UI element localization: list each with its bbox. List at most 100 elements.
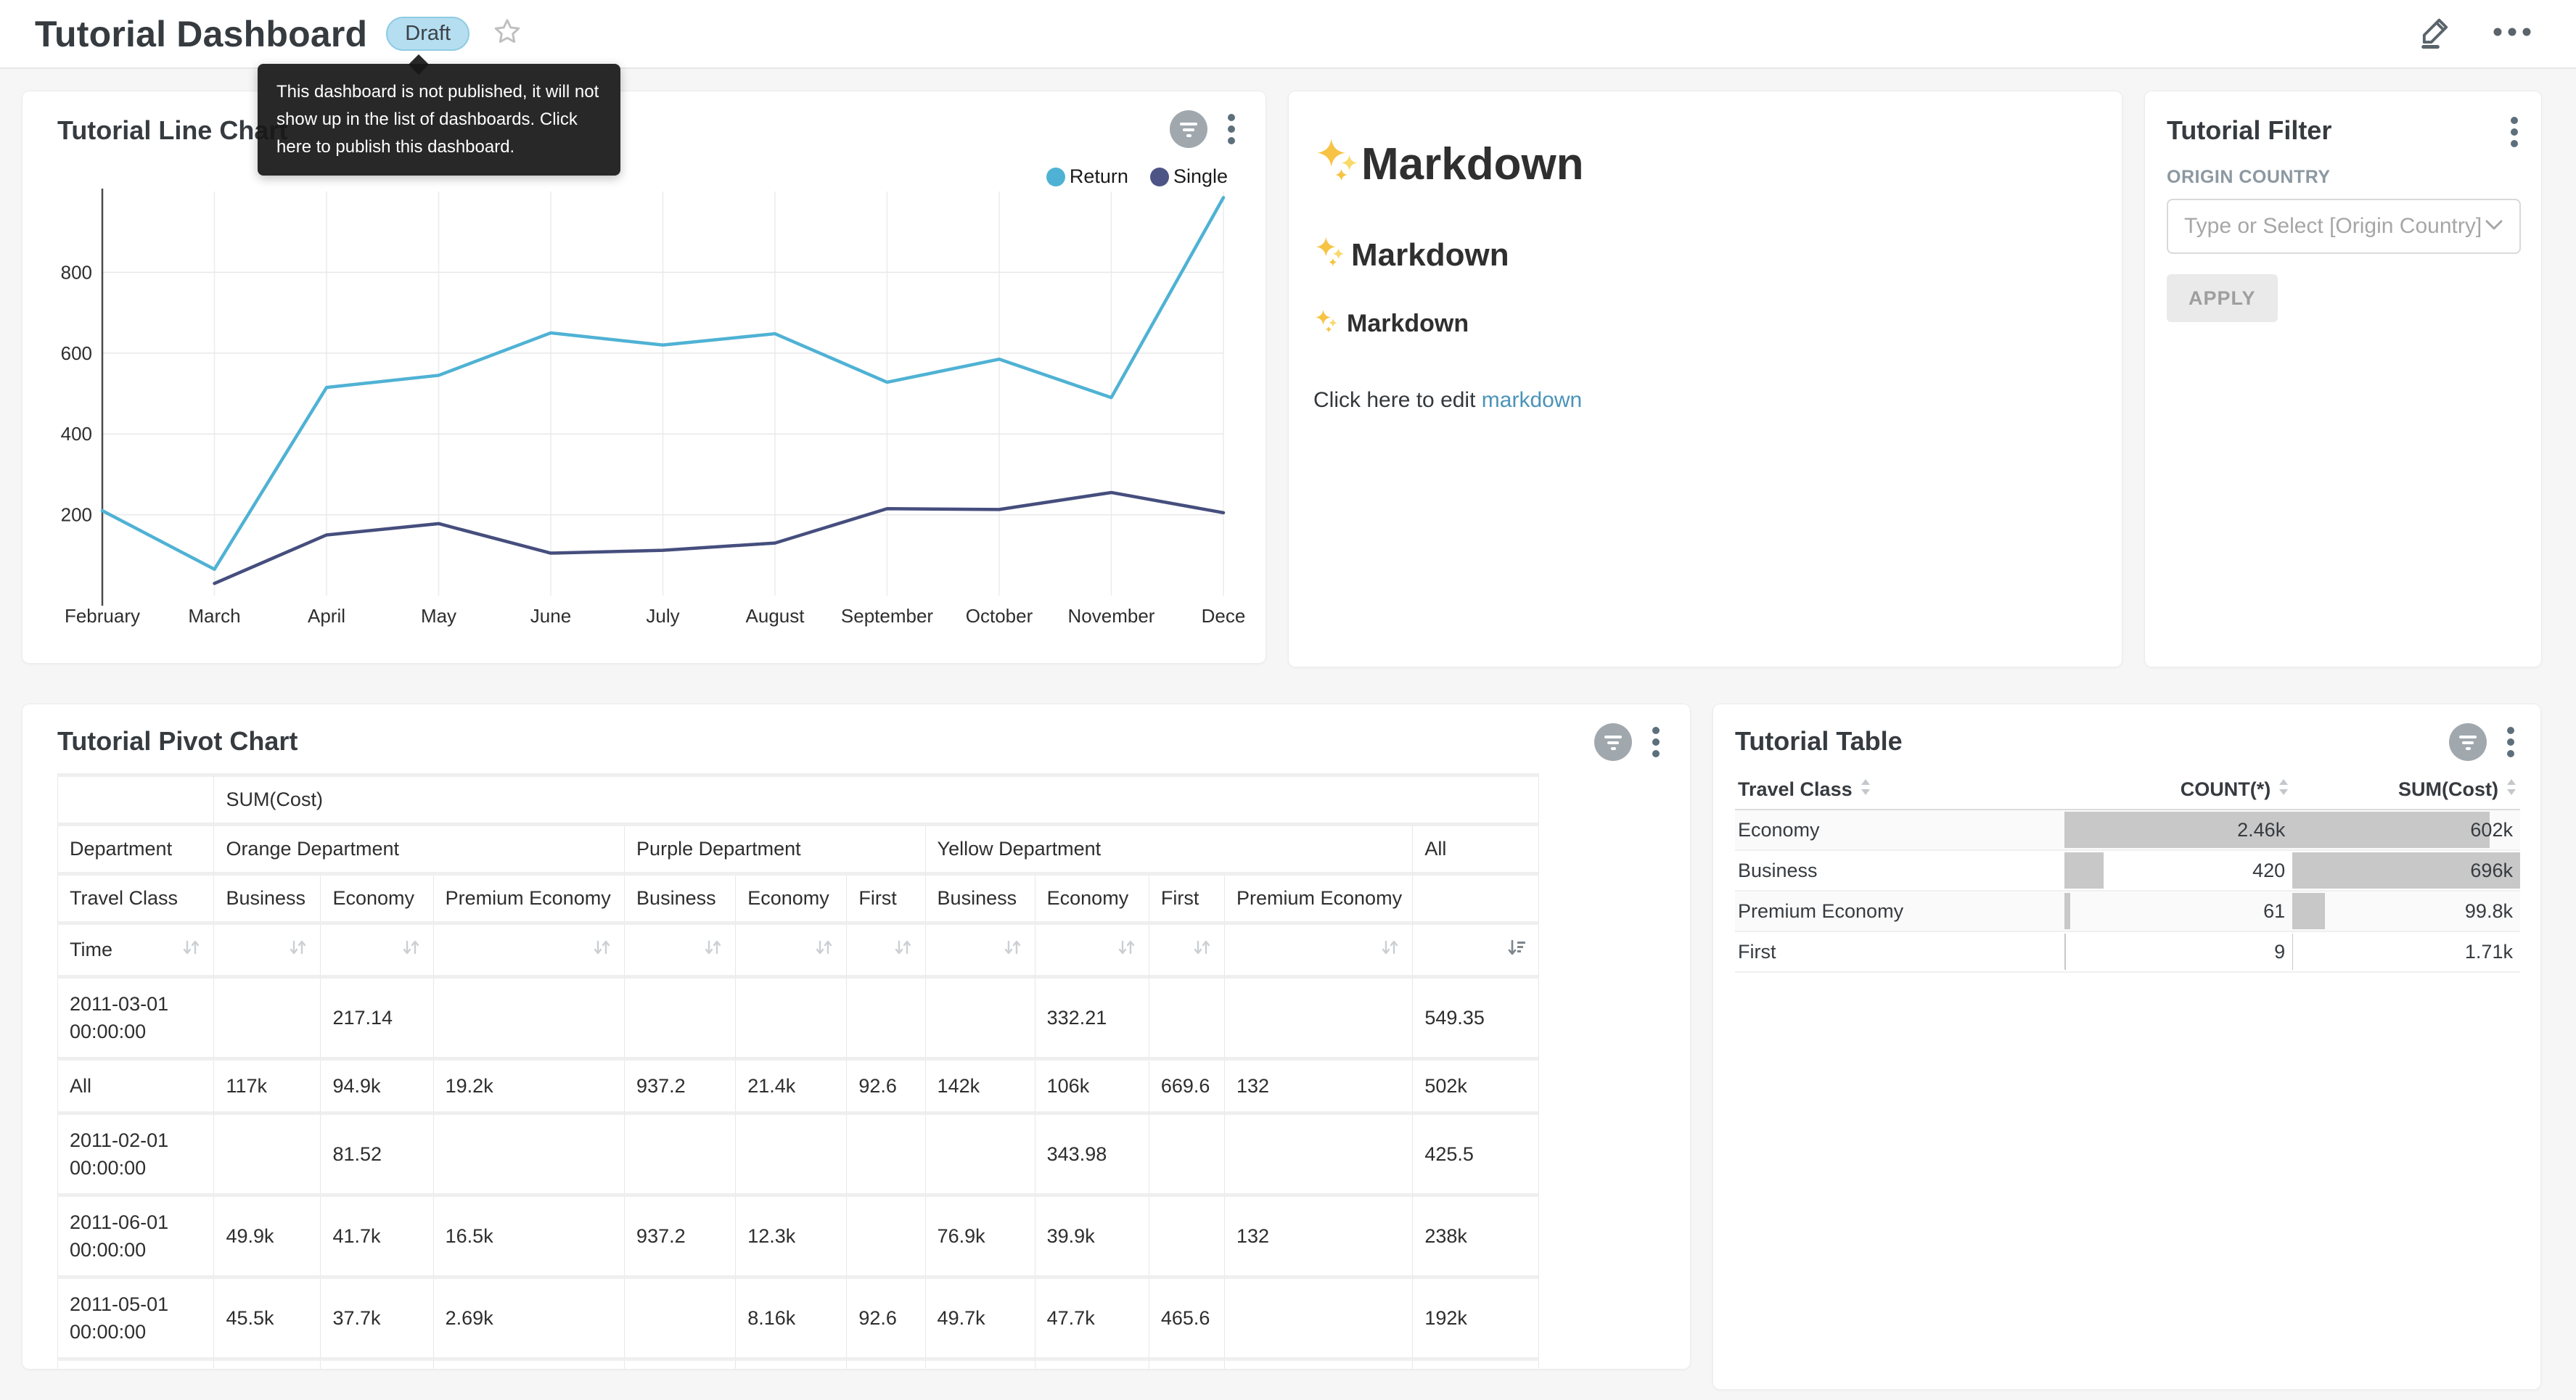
column-header-sum-cost[interactable]: SUM(Cost) bbox=[2292, 778, 2520, 802]
pivot-value-cell bbox=[847, 1361, 925, 1370]
origin-country-label: ORIGIN COUNTRY bbox=[2167, 167, 2331, 188]
table-row-business: Business 420696k bbox=[1735, 851, 2520, 892]
travel-class-cell: Business bbox=[1735, 851, 2064, 890]
pivot-value-cell bbox=[1225, 979, 1413, 1061]
pivot-group-header-purple-department: Purple Department bbox=[625, 826, 926, 876]
edit-markdown-link[interactable]: markdown bbox=[1482, 388, 1582, 412]
sum-value: 1.71k bbox=[2465, 932, 2513, 971]
pivot-time-cell: 2011-04-0100:00:00 bbox=[57, 1361, 214, 1370]
sum-value-bar bbox=[2292, 934, 2293, 970]
sort-toggle-icon[interactable] bbox=[1115, 936, 1137, 963]
sort-icon bbox=[2506, 778, 2517, 802]
pivot-subcolumn-first: First bbox=[1149, 876, 1225, 925]
pivot-value-cell bbox=[214, 979, 321, 1061]
sort-toggle-icon[interactable] bbox=[1001, 936, 1023, 963]
star-icon bbox=[491, 16, 523, 52]
travel-class-header-label: Travel Class bbox=[1738, 778, 1853, 801]
pivot-table: SUM(Cost)DepartmentOrange DepartmentPurp… bbox=[57, 773, 1539, 1370]
markdown-h3-text: Markdown bbox=[1347, 310, 1469, 338]
pivot-value-cell: 937.2 bbox=[625, 1197, 736, 1279]
sort-toggle-icon[interactable] bbox=[180, 936, 202, 963]
pivot-value-cell: 425.5 bbox=[1413, 1115, 1539, 1197]
sort-toggle-icon[interactable] bbox=[400, 936, 422, 963]
pivot-value-cell: 92.6 bbox=[847, 1279, 925, 1361]
pivot-row-header-time[interactable]: Time bbox=[57, 925, 214, 979]
x-axis-label: August bbox=[746, 605, 805, 627]
sum-value: 602k bbox=[2470, 810, 2513, 849]
pivot-value-cell bbox=[1225, 1279, 1413, 1361]
sort-toggle-icon[interactable] bbox=[287, 936, 308, 963]
pivot-value-cell bbox=[847, 979, 925, 1061]
pivot-sort-cell[interactable] bbox=[434, 925, 625, 979]
sparkles-icon bbox=[1313, 308, 1340, 340]
column-header-travel-class[interactable]: Travel Class bbox=[1735, 778, 2064, 802]
select-placeholder: Type or Select [Origin Country] bbox=[2184, 214, 2485, 239]
pivot-sort-cell[interactable] bbox=[1035, 925, 1149, 979]
favorite-star-button[interactable] bbox=[491, 16, 523, 52]
pivot-value-cell bbox=[1149, 979, 1225, 1061]
sort-toggle-icon[interactable] bbox=[892, 936, 914, 963]
sum-cell: 696k bbox=[2292, 851, 2520, 890]
sum-value-bar bbox=[2292, 893, 2325, 929]
sort-toggle-icon[interactable] bbox=[1191, 936, 1213, 963]
pivot-sort-cell[interactable] bbox=[1149, 925, 1225, 979]
pivot-value-cell: 332.21 bbox=[1035, 979, 1149, 1061]
count-value: 420 bbox=[2252, 851, 2285, 890]
x-axis-label: June bbox=[530, 605, 571, 627]
pivot-value-cell: 549.35 bbox=[1413, 979, 1539, 1061]
pivot-subcolumn-premium-economy: Premium Economy bbox=[434, 876, 625, 925]
applied-filters-badge[interactable] bbox=[2449, 723, 2487, 765]
pivot-chart-title: Tutorial Pivot Chart bbox=[57, 726, 298, 757]
kebab-menu-icon[interactable] bbox=[2506, 723, 2516, 765]
pivot-sort-cell[interactable] bbox=[926, 925, 1035, 979]
pivot-value-cell: 142k bbox=[926, 1061, 1035, 1115]
sort-toggle-icon[interactable] bbox=[1379, 936, 1400, 963]
sort-toggle-icon[interactable] bbox=[813, 936, 834, 963]
pivot-value-cell: 19.2k bbox=[434, 1061, 625, 1115]
pivot-sort-cell[interactable] bbox=[847, 925, 925, 979]
sort-toggle-icon[interactable] bbox=[702, 936, 723, 963]
pivot-value-cell: 192k bbox=[1413, 1279, 1539, 1361]
table-row-premium-economy: Premium Economy6199.8k bbox=[1735, 892, 2520, 932]
pivot-sort-cell[interactable] bbox=[625, 925, 736, 979]
draft-badge-label: Draft bbox=[405, 22, 451, 46]
pivot-value-cell bbox=[1149, 1115, 1225, 1197]
pivot-value-cell: 49.9k bbox=[214, 1197, 321, 1279]
publish-tooltip: This dashboard is not published, it will… bbox=[258, 64, 620, 176]
edit-dashboard-button[interactable] bbox=[2416, 13, 2454, 54]
kebab-menu-icon[interactable] bbox=[1651, 723, 1661, 765]
pivot-sort-cell[interactable] bbox=[736, 925, 847, 979]
pivot-sort-cell[interactable] bbox=[1225, 925, 1413, 979]
apply-filter-button[interactable]: APPLY bbox=[2167, 274, 2278, 322]
pivot-value-cell: 76.9k bbox=[926, 1197, 1035, 1279]
pivot-value-cell: 2.69k bbox=[434, 1279, 625, 1361]
pivot-sort-cell[interactable] bbox=[214, 925, 321, 979]
markdown-heading-2: Markdown bbox=[1313, 234, 2097, 276]
pivot-data-row: 2011-03-0100:00:00217.14332.21549.35 bbox=[57, 979, 1539, 1061]
pivot-value-cell: 343.98 bbox=[1035, 1115, 1149, 1197]
pivot-value-cell bbox=[434, 1115, 625, 1197]
count-cell: 61 bbox=[2064, 892, 2292, 931]
pivot-data-row: 2011-02-0100:00:0081.52343.98425.5 bbox=[57, 1115, 1539, 1197]
sort-toggle-icon[interactable] bbox=[591, 936, 612, 963]
pivot-value-cell: 21.4k bbox=[736, 1061, 847, 1115]
pivot-sort-cell[interactable] bbox=[321, 925, 433, 979]
pivot-value-cell bbox=[926, 1115, 1035, 1197]
sort-descending-icon[interactable] bbox=[1505, 936, 1527, 963]
more-options-button[interactable] bbox=[2492, 26, 2532, 41]
pivot-value-cell bbox=[625, 1279, 736, 1361]
sparkles-icon bbox=[1313, 234, 1347, 276]
line-chart-plot[interactable]: 200400600800FebruaryMarchAprilMayJuneJul… bbox=[22, 91, 1266, 664]
column-header-count[interactable]: COUNT(*) bbox=[2064, 778, 2292, 802]
pivot-sort-cell-all[interactable] bbox=[1413, 925, 1539, 979]
draft-status-badge[interactable]: Draft bbox=[386, 17, 469, 51]
pivot-time-cell: 2011-06-0100:00:00 bbox=[57, 1197, 214, 1279]
x-axis-label: April bbox=[308, 605, 345, 627]
applied-filters-badge[interactable] bbox=[1594, 723, 1632, 765]
pivot-value-cell bbox=[1225, 1361, 1413, 1370]
origin-country-select[interactable]: Type or Select [Origin Country] bbox=[2167, 199, 2521, 254]
pivot-data-row: 2011-05-0100:00:0045.5k37.7k2.69k8.16k92… bbox=[57, 1279, 1539, 1361]
pivot-value-cell: 465.6 bbox=[1149, 1279, 1225, 1361]
kebab-menu-icon[interactable] bbox=[2509, 113, 2519, 155]
x-axis-label: September bbox=[841, 605, 934, 627]
